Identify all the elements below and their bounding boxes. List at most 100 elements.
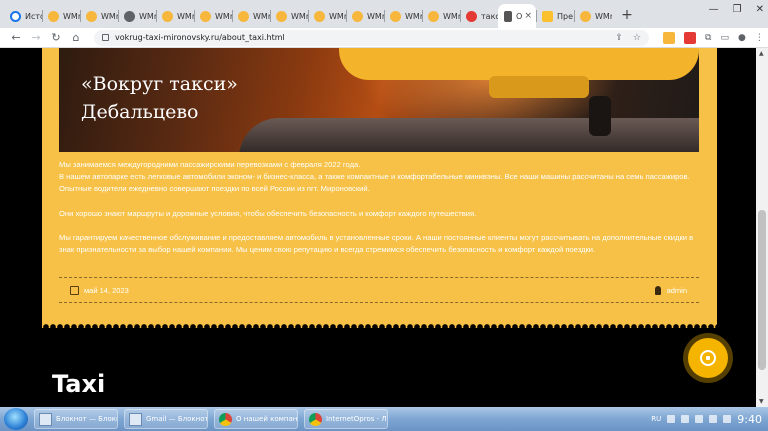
wm-icon: [390, 10, 401, 22]
browser-tab[interactable]: WMr: [346, 4, 384, 28]
clock[interactable]: 9:40: [737, 413, 762, 426]
taskbar-item-label: О нашей компан...: [236, 415, 298, 423]
back-icon[interactable]: ←: [8, 31, 24, 44]
window-controls: — ❐ ✕: [709, 4, 764, 15]
wm-icon: [352, 10, 363, 22]
tab-label: WMr: [139, 11, 156, 21]
start-button[interactable]: [4, 408, 28, 430]
sidepanel-icon[interactable]: ▭: [720, 33, 729, 43]
close-tab-icon[interactable]: ×: [524, 11, 532, 21]
browser-tab[interactable]: WMr: [42, 4, 80, 28]
scroll-down-icon[interactable]: ▼: [759, 398, 764, 405]
browser-tab[interactable]: WMr: [270, 4, 308, 28]
tab-label: WMr: [101, 11, 118, 21]
extension-red-icon[interactable]: [684, 31, 696, 44]
scroll-up-icon[interactable]: ▲: [759, 50, 764, 57]
language-indicator[interactable]: RU: [651, 415, 661, 423]
close-icon[interactable]: ✕: [756, 4, 764, 15]
calendar-icon: [70, 285, 79, 295]
tab-label: WMr: [443, 11, 460, 21]
forward-icon[interactable]: →: [28, 31, 44, 44]
wm-icon: [238, 10, 249, 22]
history-icon: [10, 10, 21, 22]
home-icon[interactable]: ⌂: [68, 31, 84, 44]
tray-icon[interactable]: [681, 415, 690, 423]
notepad-icon: [129, 412, 142, 426]
car-mirror-shape: [589, 96, 611, 136]
wm-icon: [162, 10, 173, 22]
page-scrollbar[interactable]: ▲ ▼: [756, 48, 768, 407]
tab-label: WMr: [177, 11, 194, 21]
browser-tab[interactable]: такс: [460, 4, 498, 28]
chrome-icon: [309, 412, 322, 426]
footer-heading: Taxi: [52, 370, 106, 398]
address-bar[interactable]: vokrug-taxi-mironovsky.ru/about_taxi.htm…: [94, 29, 649, 46]
clock-time: 9:40: [737, 412, 762, 426]
browser-tab[interactable]: WMr: [194, 4, 232, 28]
wm-icon: [580, 10, 591, 22]
taxi-sign-base: [489, 76, 589, 98]
lock-icon[interactable]: [102, 34, 109, 41]
car-roof-shape: [239, 118, 699, 152]
tab-label: WMr: [63, 11, 80, 21]
reload-icon[interactable]: ↻: [48, 31, 64, 44]
tray-icon[interactable]: [667, 415, 676, 423]
article-paragraph: Они хорошо знают маршруты и дорожные усл…: [59, 208, 477, 218]
extensions-puzzle-icon[interactable]: ⧉: [705, 33, 711, 43]
browser-tab[interactable]: WMr: [574, 4, 612, 28]
extension-wm-icon[interactable]: [663, 31, 675, 44]
bookmark-star-icon[interactable]: ☆: [633, 33, 641, 43]
tab-label: WMr: [367, 11, 384, 21]
article-paragraph: Мы гарантируем качественное обслуживание…: [59, 232, 694, 255]
tab-label: WMr: [291, 11, 308, 21]
hero-title: «Вокруг такси» Дебальцево: [81, 70, 238, 126]
taskbar-item[interactable]: О нашей компан...: [214, 409, 298, 429]
taskbar-item[interactable]: InternetOpros - Л...: [304, 409, 388, 429]
notepad-icon: [39, 412, 52, 426]
tab-label: такс: [481, 11, 498, 21]
browser-tab[interactable]: WMr: [384, 4, 422, 28]
whatsapp-button[interactable]: [688, 338, 728, 378]
minimize-icon[interactable]: —: [709, 4, 719, 15]
wm-icon: [200, 10, 211, 22]
address-text: vokrug-taxi-mironovsky.ru/about_taxi.htm…: [115, 33, 285, 42]
tab-label: Исто: [25, 11, 42, 21]
browser-tab[interactable]: О ×: [498, 4, 536, 28]
flag-icon[interactable]: [709, 415, 718, 423]
scrollbar-thumb[interactable]: [758, 210, 766, 370]
browser-tab[interactable]: WMr: [422, 4, 460, 28]
browser-tab[interactable]: Исто: [4, 4, 42, 28]
browser-tab[interactable]: WMr: [156, 4, 194, 28]
maximize-icon[interactable]: ❐: [733, 4, 742, 15]
tab-label: WMr: [595, 11, 612, 21]
wm-icon: [48, 10, 59, 22]
author-link[interactable]: admin: [667, 286, 687, 295]
taskbar: Блокнот — Блокн... Gmail — Блокнот О нашей…: [0, 407, 768, 431]
article-paragraph: Мы занимаемся междугородними пассажирски…: [59, 160, 690, 194]
whatsapp-icon: [700, 350, 716, 366]
user-icon: [654, 285, 661, 295]
share-icon[interactable]: ⇪: [615, 33, 623, 43]
browser-tab[interactable]: WMr: [80, 4, 118, 28]
browser-tab[interactable]: WMr: [308, 4, 346, 28]
yandex-icon: [542, 10, 553, 22]
taskbar-item[interactable]: Gmail — Блокнот: [124, 409, 208, 429]
browser-tab[interactable]: Пре: [536, 4, 574, 28]
taskbar-item-label: Блокнот — Блокн...: [56, 415, 117, 423]
wm-icon: [276, 10, 287, 22]
tab-label: WMr: [329, 11, 346, 21]
profile-avatar-icon[interactable]: ●: [738, 33, 746, 43]
tray-icon[interactable]: [695, 415, 704, 423]
menu-dots-icon[interactable]: ⋮: [755, 33, 764, 43]
hero-image: «Вокруг такси» Дебальцево: [59, 48, 699, 152]
post-date[interactable]: май 14, 2023: [84, 286, 129, 295]
system-tray: RU 9:40: [651, 413, 768, 426]
tab-label: WMr: [405, 11, 422, 21]
new-tab-icon[interactable]: +: [618, 6, 636, 24]
red-icon: [466, 10, 477, 22]
browser-tab[interactable]: WMr: [118, 4, 156, 28]
card-scalloped-edge: [42, 322, 717, 332]
taskbar-item[interactable]: Блокнот — Блокн...: [34, 409, 118, 429]
volume-icon[interactable]: [723, 415, 732, 423]
browser-tab[interactable]: WMr: [232, 4, 270, 28]
